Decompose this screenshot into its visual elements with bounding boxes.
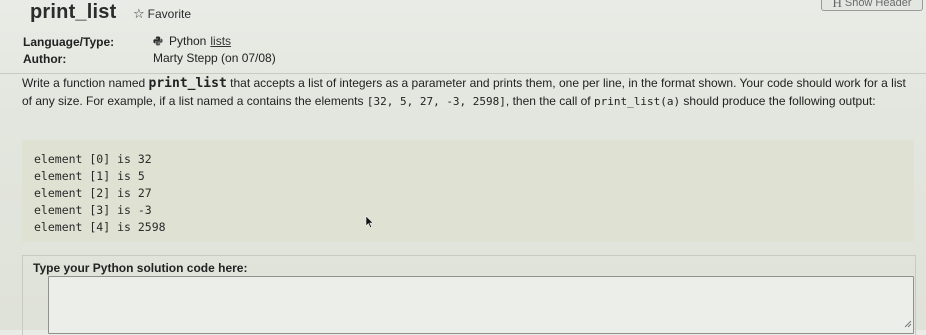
- solution-label: Type your Python solution code here:: [33, 261, 248, 275]
- solution-code-input[interactable]: [48, 276, 914, 334]
- output-line: element [1] is 5: [34, 169, 145, 183]
- problem-title: print_list: [30, 1, 117, 23]
- expected-output-box: element [0] is 32 element [1] is 5 eleme…: [22, 140, 914, 242]
- language-type-label: Language/Type:: [23, 35, 115, 49]
- output-line: element [0] is 32: [34, 152, 152, 166]
- problem-description: Write a function named print_list that a…: [22, 75, 914, 110]
- example-list: [32, 5, 27, -3, 2598]: [366, 94, 506, 108]
- show-header-button[interactable]: H Show Header: [821, 0, 923, 11]
- output-line: element [4] is 2598: [34, 220, 166, 234]
- mouse-pointer-icon: [365, 215, 374, 228]
- header-h-icon: H: [832, 0, 842, 10]
- function-name: print_list: [148, 76, 227, 91]
- favorite-button[interactable]: ☆ Favorite: [133, 6, 191, 22]
- language-python: Python: [169, 34, 207, 48]
- star-outline-icon: ☆: [133, 6, 145, 21]
- prompt-text-3: , then the call of: [505, 93, 594, 108]
- author-value: Marty Stepp (on 07/08): [153, 51, 276, 65]
- python-icon: [153, 36, 163, 46]
- favorite-label: Favorite: [147, 7, 192, 21]
- prompt-text-4: should produce the following output:: [680, 93, 876, 108]
- author-label: Author:: [23, 52, 67, 66]
- resize-grip-icon[interactable]: [902, 318, 912, 328]
- example-call: print_list(a): [593, 94, 681, 108]
- language-type-value: Python lists: [153, 34, 231, 48]
- header-divider: [0, 73, 926, 74]
- show-header-label: Show Header: [844, 0, 912, 9]
- output-line: element [2] is 27: [34, 186, 152, 200]
- output-line: element [3] is -3: [34, 203, 152, 217]
- lists-link[interactable]: lists: [210, 34, 231, 48]
- prompt-text-1: Write a function named: [22, 76, 149, 90]
